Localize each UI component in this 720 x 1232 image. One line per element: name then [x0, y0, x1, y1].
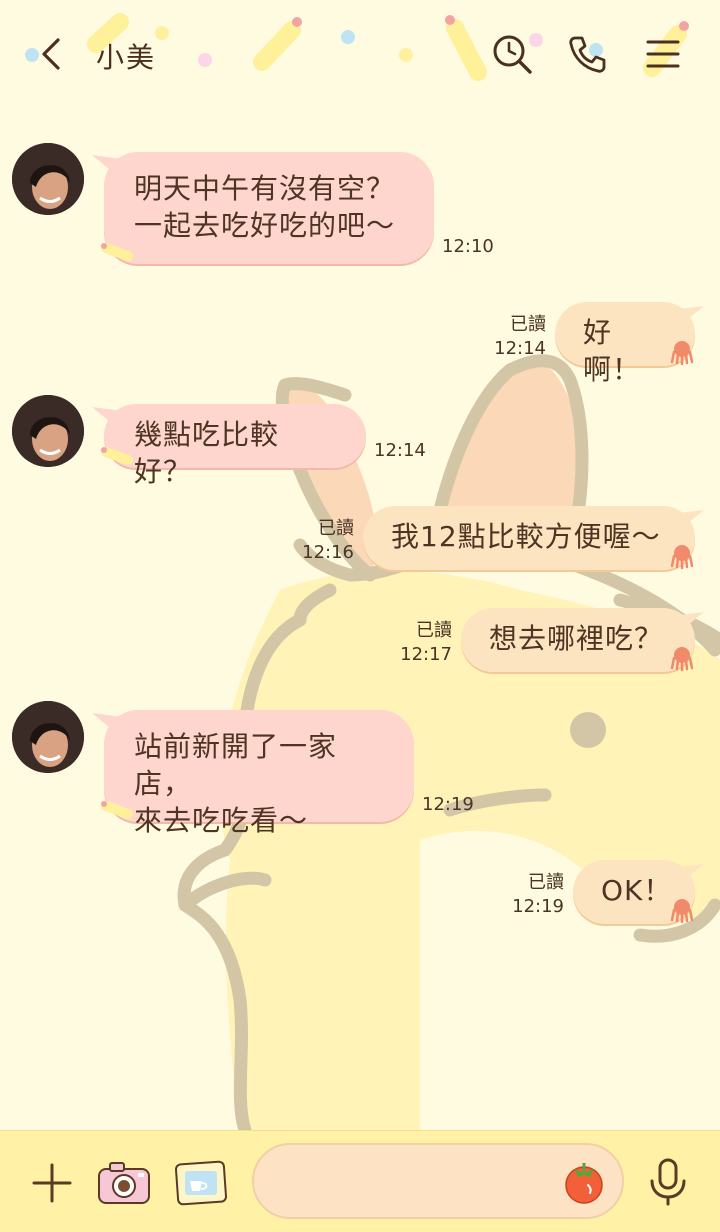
- read-receipt: 已讀: [510, 314, 546, 335]
- contact-avatar[interactable]: [12, 701, 84, 773]
- voice-button[interactable]: [646, 1157, 690, 1207]
- message-time: 12:14: [494, 338, 546, 359]
- message-bubble[interactable]: 明天中午有沒有空？ 一起去吃好吃的吧～: [104, 152, 434, 264]
- search-button[interactable]: [490, 32, 534, 76]
- read-receipt: 已讀: [416, 620, 452, 641]
- message-time: 12:16: [302, 542, 354, 563]
- octopus-icon: [670, 545, 694, 570]
- image-icon: [174, 1160, 228, 1206]
- message-bubble[interactable]: 我12點比較方便喔～: [363, 506, 695, 570]
- message-bubble[interactable]: 幾點吃比較好？: [104, 404, 366, 488]
- call-button[interactable]: [566, 32, 610, 76]
- message-time: 12:10: [442, 236, 494, 257]
- message-time: 12:14: [374, 440, 426, 461]
- search-clock-icon: [493, 35, 532, 74]
- menu-icon: [646, 40, 680, 68]
- message-time: 12:19: [422, 794, 474, 815]
- gallery-button[interactable]: [174, 1159, 228, 1207]
- octopus-icon: [670, 899, 694, 924]
- message-time: 12:17: [400, 644, 452, 665]
- message-time: 12:19: [512, 896, 564, 917]
- contact-avatar[interactable]: [12, 395, 84, 467]
- message-input-box[interactable]: [252, 1143, 624, 1219]
- camera-button[interactable]: [96, 1159, 152, 1207]
- message-bubble[interactable]: 站前新開了一家店， 來去吃吃看～: [104, 710, 414, 837]
- chat-input-bar: [0, 1130, 720, 1232]
- chat-title[interactable]: 小美: [96, 36, 156, 76]
- microphone-icon: [650, 1158, 686, 1206]
- read-receipt: 已讀: [318, 518, 354, 539]
- camera-icon: [98, 1162, 150, 1204]
- phone-icon: [569, 36, 606, 73]
- message-bubble[interactable]: 想去哪裡吃？: [461, 608, 695, 672]
- read-receipt: 已讀: [528, 872, 564, 893]
- menu-button[interactable]: [642, 32, 686, 76]
- tomato-sticker-icon: [565, 1163, 603, 1204]
- plus-icon: [32, 1163, 72, 1203]
- back-chevron-icon: [42, 38, 60, 70]
- octopus-icon: [670, 341, 694, 366]
- sticker-button[interactable]: [562, 1157, 606, 1205]
- add-button[interactable]: [30, 1161, 74, 1205]
- chat-header: 小美: [0, 0, 720, 110]
- octopus-icon: [670, 647, 694, 672]
- back-button[interactable]: [34, 34, 74, 74]
- contact-avatar[interactable]: [12, 143, 84, 215]
- message-input[interactable]: [278, 1163, 558, 1199]
